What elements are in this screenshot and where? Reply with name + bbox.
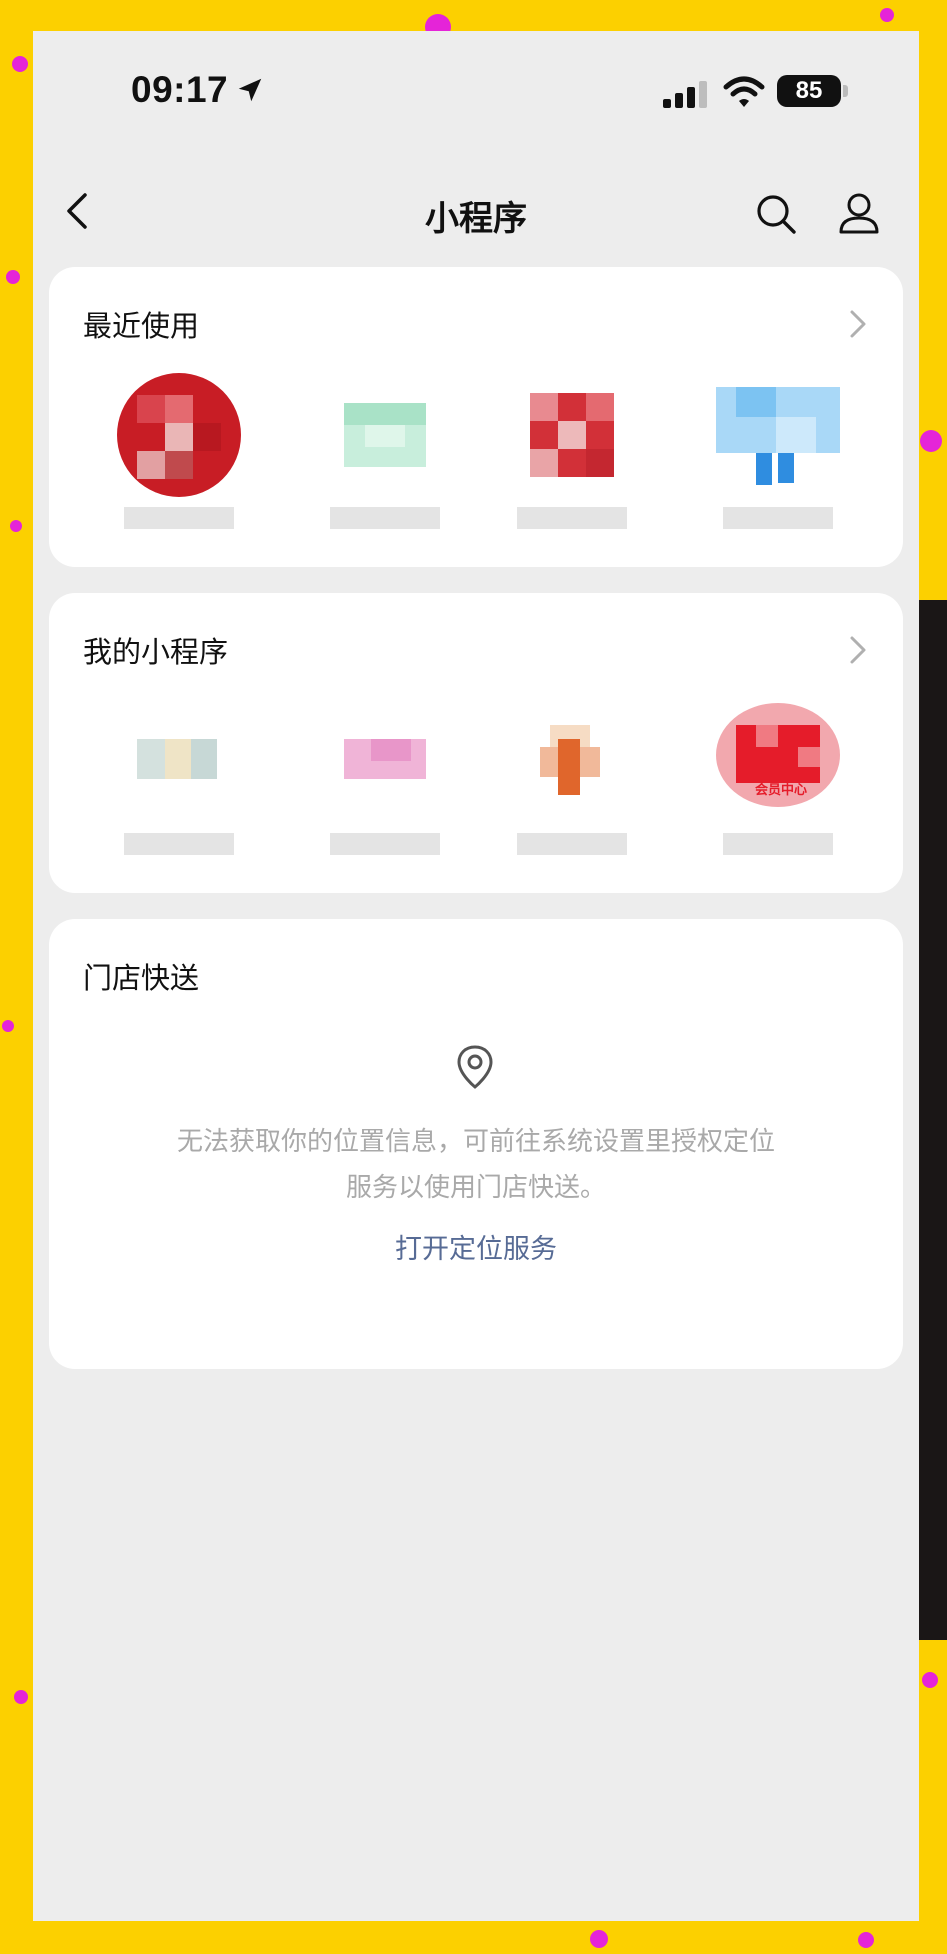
app-icon xyxy=(716,387,840,485)
recent-card: 最近使用 xyxy=(49,267,903,567)
profile-icon[interactable] xyxy=(837,191,881,235)
frame-dot xyxy=(922,1672,938,1688)
frame-dot xyxy=(6,270,20,284)
chevron-right-icon[interactable] xyxy=(847,307,869,341)
mini-app[interactable] xyxy=(507,699,637,879)
frame-dark-edge xyxy=(917,600,947,1640)
wifi-icon xyxy=(723,76,765,107)
recent-apps xyxy=(49,373,903,553)
store-title: 门店快送 xyxy=(83,961,200,995)
frame-dot xyxy=(880,8,894,22)
app-icon xyxy=(117,373,241,497)
location-error-message: 无法获取你的位置信息，可前往系统设置里授权定位服务以使用门店快送。 xyxy=(176,1127,775,1203)
battery-cap xyxy=(843,85,848,97)
nav-bar: 小程序 xyxy=(33,161,919,261)
app-icon xyxy=(716,703,840,807)
app-label-placeholder xyxy=(517,833,627,855)
mini-app[interactable] xyxy=(114,699,244,879)
status-time: 09:17 xyxy=(131,69,229,110)
location-arrow-icon xyxy=(238,78,262,102)
app-badge: 会员中心 xyxy=(754,783,807,798)
app-icon xyxy=(137,739,217,779)
frame-dot xyxy=(12,56,28,72)
store-delivery-card: 门店快送 无法获取你的位置信息，可前往系统设置里授权定位服务以使用门店快送。 打… xyxy=(49,919,903,1369)
app-label-placeholder xyxy=(330,833,440,855)
open-location-service-link[interactable]: 打开定位服务 xyxy=(49,1227,903,1266)
frame-dot xyxy=(858,1932,874,1948)
mini-app[interactable]: 会员中心 xyxy=(713,699,843,879)
app-label-placeholder xyxy=(124,833,234,855)
my-apps: 会员中心 xyxy=(49,699,903,879)
app-label-placeholder xyxy=(517,507,627,529)
app-label-placeholder xyxy=(723,507,833,529)
app-icon xyxy=(540,725,600,795)
frame-dot xyxy=(590,1930,608,1948)
app-icon xyxy=(530,393,614,477)
mini-app[interactable] xyxy=(114,373,244,553)
app-label-placeholder xyxy=(124,507,234,529)
status-bar: 09:17 85 xyxy=(33,31,919,151)
mini-app[interactable] xyxy=(713,373,843,553)
app-icon xyxy=(344,739,426,779)
mini-app[interactable] xyxy=(507,373,637,553)
app-icon xyxy=(344,403,426,467)
my-apps-title: 我的小程序 xyxy=(83,635,229,669)
frame-dot xyxy=(920,430,942,452)
phone-screen: 09:17 85 小程序 最近使用 我的小程序 会员中心 门店快送 无法获取你的… xyxy=(33,31,919,1921)
app-label-placeholder xyxy=(330,507,440,529)
mini-app[interactable] xyxy=(320,373,450,553)
my-apps-card: 我的小程序 会员中心 xyxy=(49,593,903,893)
frame-dot xyxy=(14,1690,28,1704)
app-label-placeholder xyxy=(723,833,833,855)
frame-dot xyxy=(10,520,22,532)
chevron-right-icon[interactable] xyxy=(847,633,869,667)
location-pin-icon xyxy=(457,1045,493,1089)
battery-indicator: 85 xyxy=(777,75,841,107)
mini-app[interactable] xyxy=(320,699,450,879)
frame-dot xyxy=(2,1020,14,1032)
recent-title: 最近使用 xyxy=(83,309,200,343)
cellular-signal-icon xyxy=(663,81,707,108)
search-icon[interactable] xyxy=(755,193,797,235)
